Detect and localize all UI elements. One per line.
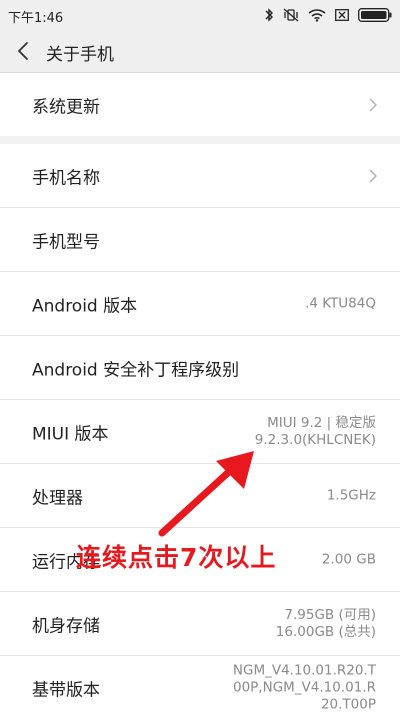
row-android-version[interactable]: Android 版本 .4 KTU84Q — [0, 272, 400, 336]
chevron-right-icon — [369, 97, 378, 112]
processor-value: 1.5GHz — [326, 487, 376, 503]
miui-version-line-2: 9.2.3.0(KHLCNEK) — [254, 431, 376, 448]
miui-version-line-1: MIUI 9.2 | 稳定版 — [267, 414, 376, 431]
android-version-value: .4 KTU84Q — [305, 295, 376, 311]
row-label: 手机型号 — [32, 232, 100, 252]
storage-total: 16.00GB (总共) — [275, 623, 376, 640]
row-device-name[interactable]: 手机名称 — [0, 144, 400, 208]
vibrate-off-icon — [283, 8, 299, 22]
status-bar: 下午1:46 — [0, 0, 400, 30]
page-title: 关于手机 — [46, 45, 114, 65]
nav-bar: 关于手机 — [0, 30, 400, 73]
row-label: Android 版本 — [32, 296, 138, 316]
row-label: 系统更新 — [32, 97, 100, 117]
chevron-right-icon — [369, 168, 378, 183]
settings-group-update: 系统更新 — [0, 73, 400, 136]
annotation-text: 连续点击7次以上 — [76, 543, 277, 572]
battery-icon — [358, 8, 392, 22]
row-storage: 机身存储 7.95GB (可用) 16.00GB (总共) — [0, 592, 400, 656]
row-label: MIUI 版本 — [32, 424, 109, 444]
row-value: 7.95GB (可用) 16.00GB (总共) — [276, 607, 376, 641]
row-value: MIUI 9.2 | 稳定版 9.2.3.0(KHLCNEK) — [255, 415, 376, 449]
storage-available: 7.95GB (可用) — [284, 606, 376, 623]
settings-group-device-info: 手机名称 手机型号 Android 版本 .4 KTU84Q Android 安… — [0, 144, 400, 719]
annotation-arrow-icon — [158, 451, 254, 537]
status-icons — [264, 5, 392, 25]
baseband-line-2: 00P,NGM_V4.10.01.R — [232, 679, 376, 695]
status-time: 下午1:46 — [8, 11, 64, 26]
row-model: 手机型号 — [0, 208, 400, 272]
row-value: .4 KTU84Q — [305, 295, 376, 312]
row-value: 1.5GHz — [327, 487, 376, 504]
baseband-line-1: NGM_V4.10.01.R20.T — [232, 662, 376, 678]
wifi-icon — [308, 8, 326, 22]
row-label: 处理器 — [32, 488, 83, 508]
bluetooth-icon — [265, 8, 273, 22]
row-value: 2.00 GB — [322, 551, 376, 568]
sim-x-icon — [335, 9, 349, 21]
row-value: NGM_V4.10.01.R20.T 00P,NGM_V4.10.01.R 20… — [233, 662, 376, 713]
ram-value: 2.00 GB — [321, 551, 376, 567]
row-label: 基带版本 — [32, 680, 100, 700]
row-baseband: 基带版本 NGM_V4.10.01.R20.T 00P,NGM_V4.10.01… — [0, 656, 400, 719]
row-label: 机身存储 — [32, 616, 100, 636]
row-label: Android 安全补丁程序级别 — [32, 360, 240, 380]
baseband-line-3: 20.T00P — [320, 696, 376, 712]
row-security-patch: Android 安全补丁程序级别 — [0, 336, 400, 400]
row-system-update[interactable]: 系统更新 — [0, 73, 400, 136]
back-arrow-icon[interactable] — [14, 40, 34, 62]
row-label: 手机名称 — [32, 168, 100, 188]
